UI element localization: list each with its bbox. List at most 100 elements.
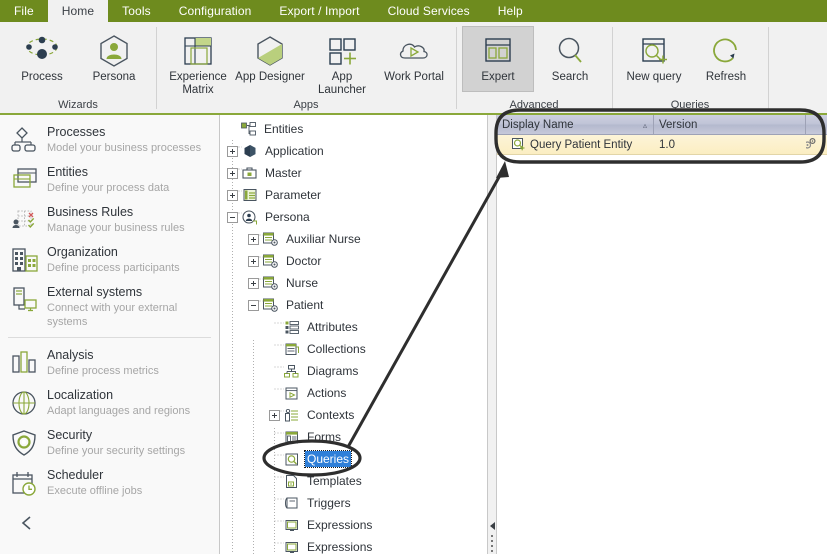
tree-node-master[interactable]: Master	[220, 162, 487, 184]
tree-node-attributes[interactable]: Attributes	[220, 316, 487, 338]
grid-column-blank[interactable]	[806, 115, 827, 134]
menu-item-configuration[interactable]: Configuration	[165, 0, 266, 22]
tree-node-entities-label: Entities	[264, 122, 304, 136]
tree-node-diagrams-label: Diagrams	[307, 364, 359, 378]
tree-node-nurse[interactable]: Nurse	[220, 272, 487, 294]
tree-expander-minus[interactable]	[248, 299, 259, 311]
entity-icon	[262, 253, 279, 269]
tree-expander-minus[interactable]	[227, 211, 238, 223]
main-menu-bar: File Home Tools Configuration Export / I…	[0, 0, 827, 22]
ribbon-button-search[interactable]: Search	[534, 26, 606, 92]
ribbon-button-new-query-label: New query	[626, 71, 682, 83]
sidebar-item-security-text: Security Define your security settings	[40, 427, 185, 458]
ribbon-button-persona[interactable]: Persona	[78, 26, 150, 92]
sidebar-item-organization-text: Organization Define process participants	[40, 244, 180, 275]
tree-node-diagrams[interactable]: Diagrams	[220, 360, 487, 382]
parameter-icon	[241, 187, 258, 203]
tree-expander-plus[interactable]	[227, 189, 238, 201]
tree-expander-plus[interactable]	[248, 233, 259, 245]
sidebar-item-security-title: Security	[47, 428, 93, 442]
tree-node-templates[interactable]: Templates	[220, 470, 487, 492]
tree-node-actions[interactable]: Actions	[220, 382, 487, 404]
tree-node-persona[interactable]: Persona	[220, 206, 487, 228]
grid-cell-display-name: Query Patient Entity	[497, 138, 654, 151]
tree-node-triggers[interactable]: Triggers	[220, 492, 487, 514]
tree-node-forms[interactable]: Forms	[220, 426, 487, 448]
table-row[interactable]: Query Patient Entity 1.0	[497, 135, 827, 155]
sidebar-item-security-subtitle: Define your security settings	[47, 445, 186, 457]
tree-node-expressions-2[interactable]: Expressions	[220, 536, 487, 554]
panel-splitter[interactable]	[488, 115, 497, 554]
menu-item-export-import[interactable]: Export / Import	[265, 0, 373, 22]
localization-icon	[10, 388, 40, 418]
sidebar-item-business-rules-title: Business Rules	[47, 205, 134, 219]
ribbon-button-new-query[interactable]: New query	[618, 26, 690, 92]
tree-node-contexts[interactable]: Contexts	[220, 404, 487, 426]
menu-item-cloud-services[interactable]: Cloud Services	[374, 0, 484, 22]
ribbon-button-work-portal[interactable]: Work Portal	[378, 26, 450, 92]
tree-expander-plus[interactable]	[248, 255, 259, 267]
menu-item-tools[interactable]: Tools	[108, 0, 165, 22]
sidebar-item-localization[interactable]: Localization Adapt languages and regions	[0, 382, 219, 422]
queries-icon	[283, 451, 300, 467]
templates-icon	[283, 473, 300, 489]
sidebar-divider	[8, 337, 211, 338]
sidebar-item-scheduler[interactable]: Scheduler Execute offline jobs	[0, 462, 219, 502]
menu-item-help[interactable]: Help	[484, 0, 537, 22]
tree-expander-plus[interactable]	[227, 167, 238, 179]
tree-node-entities[interactable]: Entities	[220, 118, 487, 140]
tree-node-auxiliar-nurse-label: Auxiliar Nurse	[286, 232, 361, 246]
tree-expander-plus[interactable]	[227, 145, 238, 157]
grid-column-version[interactable]: Version	[654, 115, 806, 134]
tree-node-doctor[interactable]: Doctor	[220, 250, 487, 272]
ribbon-button-expert-label: Expert	[481, 71, 515, 83]
tree-node-persona-label: Persona	[265, 210, 310, 224]
tree-node-patient[interactable]: Patient	[220, 294, 487, 316]
menu-item-home[interactable]: Home	[47, 0, 109, 22]
persona-node-icon	[241, 209, 258, 225]
tree-expander-plus[interactable]	[248, 277, 259, 289]
tree-node-contexts-label: Contexts	[307, 408, 355, 422]
master-icon	[241, 165, 258, 181]
tree-node-expressions[interactable]: Expressions	[220, 514, 487, 536]
tree-node-auxiliar-nurse[interactable]: Auxiliar Nurse	[220, 228, 487, 250]
tree-node-application[interactable]: Application	[220, 140, 487, 162]
ribbon-button-app-designer-label: App Designer	[235, 71, 305, 83]
ribbon-button-refresh[interactable]: Refresh	[690, 26, 762, 92]
sidebar-item-external-systems-subtitle: Connect with your external systems	[47, 302, 178, 328]
sidebar-item-security[interactable]: Security Define your security settings	[0, 422, 219, 462]
tree-node-patient-label: Patient	[286, 298, 324, 312]
grid-empty-area	[497, 155, 827, 554]
sidebar-item-entities[interactable]: Entities Define your process data	[0, 159, 219, 199]
tree-node-application-label: Application	[265, 144, 324, 158]
sidebar-item-external-systems[interactable]: External systems Connect with your exter…	[0, 279, 219, 333]
app-launcher-icon	[325, 32, 359, 70]
sidebar-item-business-rules[interactable]: Business Rules Manage your business rule…	[0, 199, 219, 239]
entities-tree-panel[interactable]: Entities Application Master Parameter Pe…	[220, 115, 488, 554]
sidebar-item-organization[interactable]: Organization Define process participants	[0, 239, 219, 279]
settings-gear-icon[interactable]	[806, 137, 817, 153]
entity-icon	[262, 297, 279, 313]
chevron-left-icon[interactable]	[18, 516, 36, 536]
ribbon-button-persona-label: Persona	[92, 71, 136, 83]
ribbon-button-app-launcher[interactable]: App Launcher	[306, 26, 378, 98]
grid-column-display-name[interactable]: Display Name ▵	[497, 115, 654, 134]
sidebar-item-processes[interactable]: Processes Model your business processes	[0, 119, 219, 159]
menu-item-file[interactable]: File	[0, 0, 48, 22]
sidebar-item-analysis[interactable]: Analysis Define process metrics	[0, 342, 219, 382]
tree-node-collections[interactable]: Collections	[220, 338, 487, 360]
tree-node-queries[interactable]: Queries	[220, 448, 487, 470]
ribbon-button-work-portal-label: Work Portal	[384, 71, 444, 83]
ribbon-group-apps-label: Apps	[293, 99, 319, 111]
ribbon-button-app-designer[interactable]: App Designer	[234, 26, 306, 92]
tree-node-parameter[interactable]: Parameter	[220, 184, 487, 206]
ribbon-button-experience-matrix[interactable]: Experience Matrix	[162, 26, 234, 98]
sidebar-item-localization-subtitle: Adapt languages and regions	[47, 405, 191, 417]
ribbon-button-experience-matrix-label: Experience Matrix	[169, 71, 227, 96]
ribbon-button-process[interactable]: Process	[6, 26, 78, 92]
splitter-collapse-icon[interactable]	[489, 521, 496, 530]
tree-expander-plus[interactable]	[269, 409, 280, 421]
ribbon-button-expert[interactable]: Expert	[462, 26, 534, 92]
sort-ascending-icon: ▵	[642, 121, 647, 130]
search-icon	[553, 32, 587, 70]
